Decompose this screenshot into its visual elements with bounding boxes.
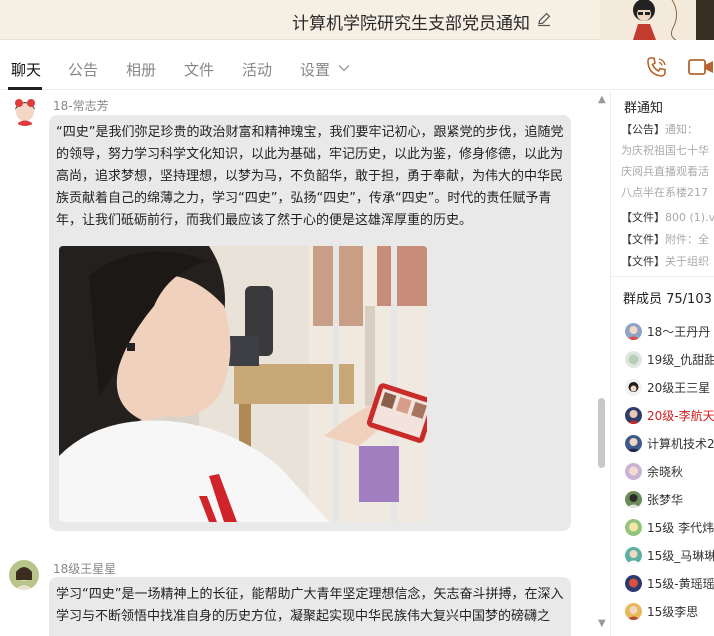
- member-avatar: [625, 491, 642, 508]
- member-avatar: [625, 575, 642, 592]
- banner-illustration: [600, 0, 714, 40]
- chevron-down-icon[interactable]: [338, 64, 350, 72]
- avatar[interactable]: [9, 560, 39, 590]
- title-bar: 计算机学院研究生支部党员通知: [0, 0, 714, 40]
- sender-name: 18-常志芳: [53, 99, 109, 113]
- tab-chat[interactable]: 聊天: [11, 59, 41, 80]
- file-item[interactable]: 【文件】关于组织: [621, 253, 709, 269]
- tab-settings[interactable]: 设置: [300, 59, 330, 80]
- tab-activities[interactable]: 活动: [242, 59, 272, 80]
- member-avatar: [625, 435, 642, 452]
- group-title: 计算机学院研究生支部党员通知: [292, 14, 530, 34]
- group-notice-title: 群通知: [624, 101, 664, 116]
- avatar[interactable]: [10, 96, 40, 126]
- chat-area[interactable]: 18-常志芳 “四史”是我们弥足珍贵的政治财富和精神瑰宝，我们要牢记初心，跟紧党…: [0, 91, 610, 636]
- chat-scrollbar-thumb[interactable]: [598, 398, 605, 468]
- scroll-down-arrow[interactable]: ▼: [598, 618, 606, 629]
- message-text: “四史”是我们弥足珍贵的政治财富和精神瑰宝，我们要牢记初心，跟紧党的步伐，追随党…: [56, 125, 564, 228]
- member-avatar: [625, 407, 642, 424]
- members-title: 群成员 75/103: [623, 292, 712, 307]
- message-bubble[interactable]: “四史”是我们弥足珍贵的政治财富和精神瑰宝，我们要牢记初心，跟紧党的步伐，追随党…: [49, 115, 571, 531]
- file-item[interactable]: 【文件】附件：全: [621, 231, 709, 247]
- file-item[interactable]: 【文件】800 (1).v: [621, 209, 714, 225]
- member-avatar: [625, 603, 642, 620]
- tab-album[interactable]: 相册: [126, 59, 156, 80]
- member-avatar: [625, 379, 642, 396]
- tab-bar: [0, 40, 714, 90]
- active-tab-indicator: [8, 87, 42, 90]
- message-photo[interactable]: [59, 246, 427, 522]
- phone-call-icon[interactable]: [645, 56, 669, 78]
- message-text: 学习“四史”是一场精神上的长征，能帮助广大青年坚定理想信念，矢志奋斗拼搏，在深入…: [56, 587, 564, 624]
- group-info-panel: 群通知 【公告】通知： 为庆祝祖国七十华 庆阅兵直播观看活 八点半在系楼217 …: [610, 91, 714, 636]
- member-avatar: [625, 463, 642, 480]
- tab-files[interactable]: 文件: [184, 59, 214, 80]
- notice-item[interactable]: 庆阅兵直播观看活: [621, 163, 709, 179]
- member-avatar: [625, 351, 642, 368]
- notice-item[interactable]: 为庆祝祖国七十华: [621, 142, 709, 158]
- pencil-edit-icon[interactable]: [536, 11, 552, 27]
- member-avatar: [625, 519, 642, 536]
- scroll-up-arrow[interactable]: ▲: [598, 94, 606, 105]
- tab-announcement[interactable]: 公告: [68, 59, 98, 80]
- notice-item[interactable]: 八点半在系楼217: [621, 184, 708, 200]
- video-call-icon[interactable]: [688, 56, 714, 78]
- member-avatar: [625, 323, 642, 340]
- message-bubble[interactable]: 学习“四史”是一场精神上的长征，能帮助广大青年坚定理想信念，矢志奋斗拼搏，在深入…: [49, 577, 571, 636]
- panel-divider: [611, 276, 714, 277]
- member-avatar: [625, 547, 642, 564]
- notice-item[interactable]: 【公告】通知：: [621, 121, 698, 137]
- sender-name: 18级王星星: [53, 562, 117, 576]
